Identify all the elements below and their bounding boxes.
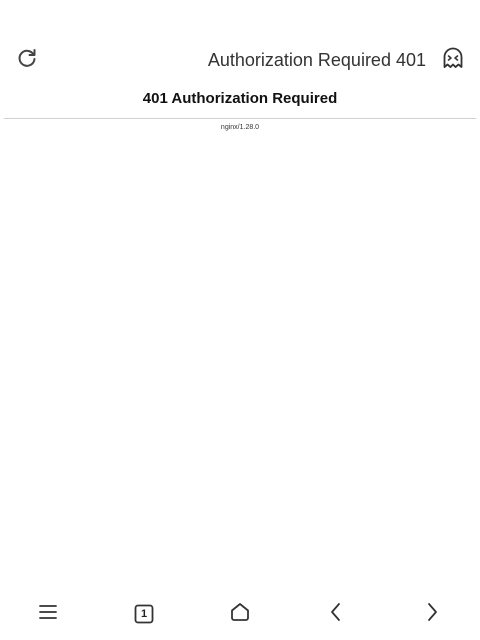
forward-icon	[421, 601, 443, 628]
reload-button[interactable]	[14, 48, 40, 72]
divider	[4, 118, 476, 119]
server-signature: nginx/1.28.0	[220, 124, 260, 131]
back-button[interactable]	[322, 600, 350, 628]
bottom-navigation-bar: 1	[0, 592, 480, 636]
browser-toolbar: Authorization Required 401	[0, 38, 480, 82]
page-content: 401 Authorization Required nginx/1.28.0	[0, 82, 480, 131]
ghost-icon	[441, 46, 465, 75]
menu-icon	[37, 601, 59, 628]
tabs-button[interactable]: 1	[130, 600, 158, 628]
reload-icon	[16, 47, 38, 74]
menu-button[interactable]	[34, 600, 62, 628]
back-icon	[325, 601, 347, 628]
error-heading: 401 Authorization Required	[142, 90, 338, 107]
incognito-button[interactable]	[440, 47, 466, 73]
home-icon	[229, 601, 251, 628]
home-button[interactable]	[226, 600, 254, 628]
page-title: Authorization Required 401	[207, 50, 426, 70]
forward-button[interactable]	[418, 600, 446, 628]
tab-count: 1	[140, 608, 148, 620]
